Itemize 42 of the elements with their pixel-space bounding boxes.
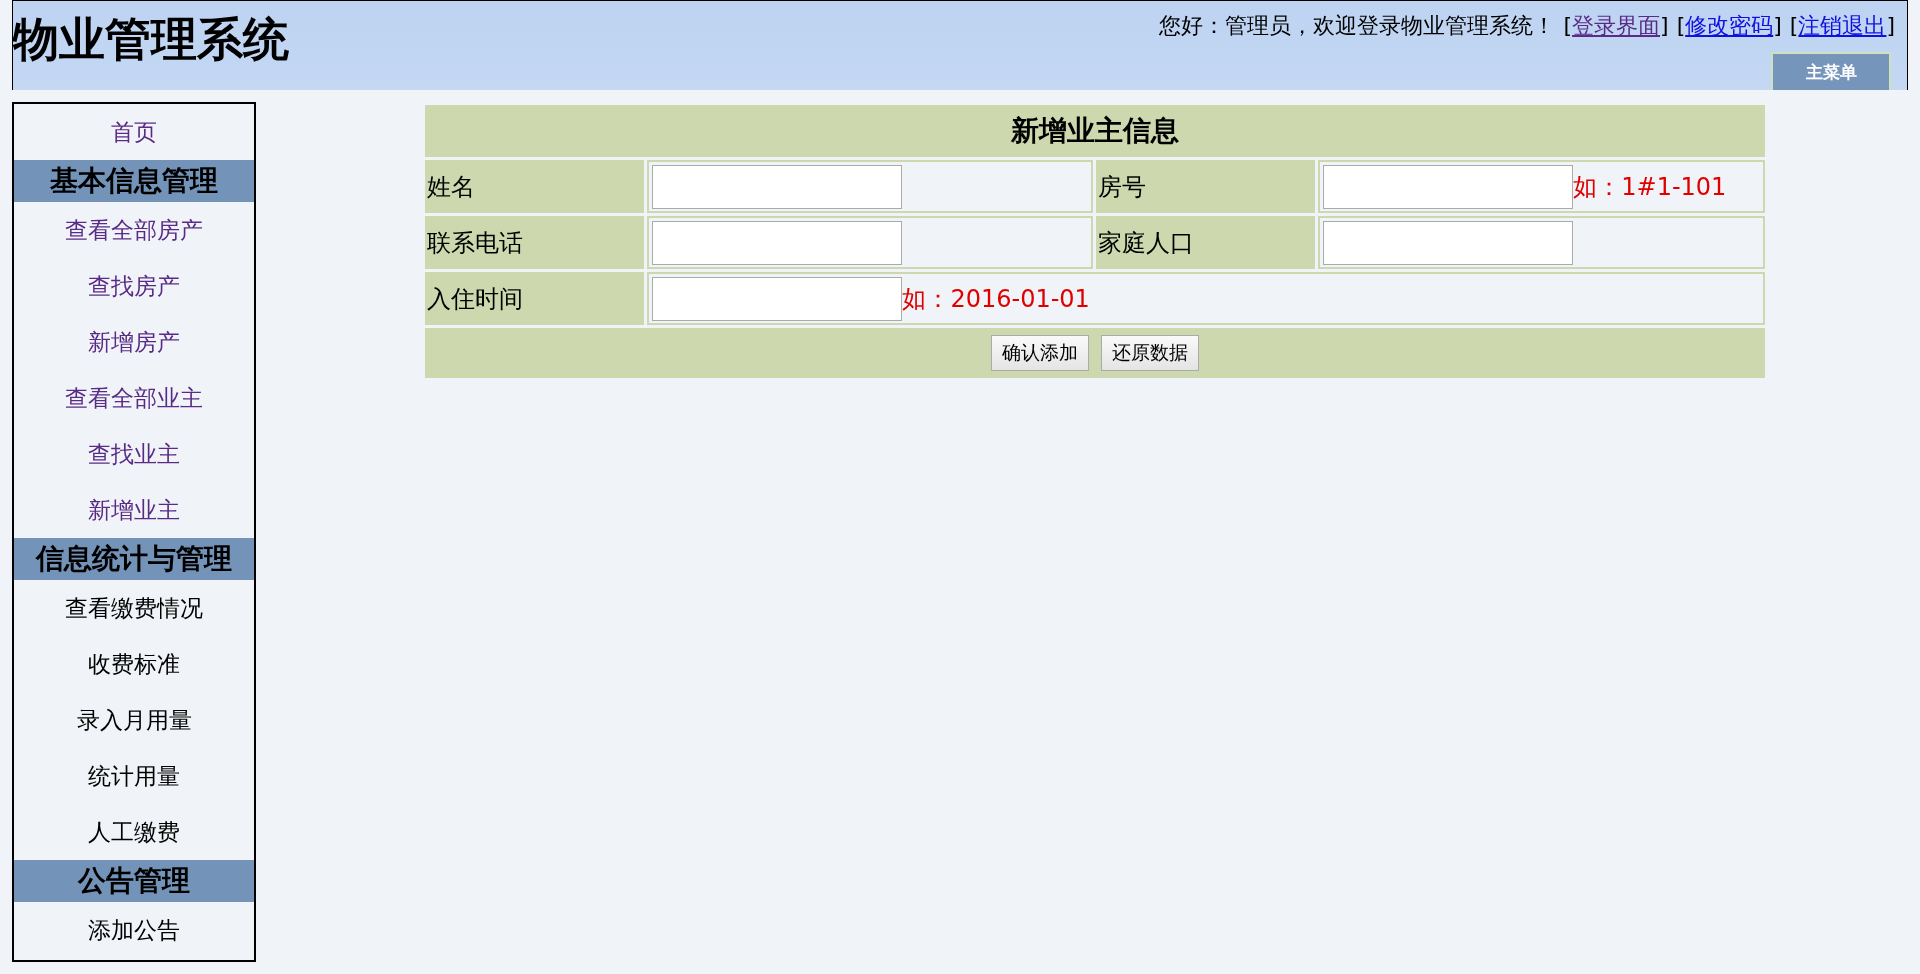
input-field[interactable] xyxy=(652,164,903,209)
menu-link[interactable]: 查看全部业主 xyxy=(14,370,254,426)
input-field[interactable] xyxy=(652,276,903,321)
menu-link[interactable]: 收费标准 xyxy=(14,636,254,692)
bracket: [ xyxy=(1563,13,1573,38)
menu-link[interactable]: 新增业主 xyxy=(14,482,254,538)
menu-section-heading: 公告管理 xyxy=(14,860,254,902)
field-label: 家庭人口 xyxy=(1095,216,1316,269)
menu-link[interactable]: 查看全部房产 xyxy=(14,202,254,258)
format-hint: 如：2016-01-01 xyxy=(902,283,1090,315)
form-button[interactable]: 还原数据 xyxy=(1101,335,1199,371)
input-field[interactable] xyxy=(1323,164,1574,209)
menu-link[interactable]: 查找房产 xyxy=(14,258,254,314)
menu-link[interactable]: 查看缴费情况 xyxy=(14,580,254,636)
menu-link[interactable]: 统计用量 xyxy=(14,748,254,804)
field-label: 联系电话 xyxy=(425,216,645,269)
input-field[interactable] xyxy=(1323,220,1574,265)
menu-link[interactable]: 人工缴费 xyxy=(14,804,254,860)
bracket: [ xyxy=(1676,13,1686,38)
menu-link[interactable]: 录入月用量 xyxy=(14,692,254,748)
menu-section-heading: 基本信息管理 xyxy=(14,160,254,202)
form-button[interactable]: 确认添加 xyxy=(991,335,1089,371)
field-label: 房号 xyxy=(1095,160,1316,213)
form-title: 新增业主信息 xyxy=(425,105,1765,157)
greeting-text: 您好：管理员，欢迎登录物业管理系统！ xyxy=(1159,12,1556,40)
header-link[interactable]: 登录界面 xyxy=(1572,13,1661,38)
input-field[interactable] xyxy=(652,220,903,265)
menu-link[interactable]: 首页 xyxy=(14,104,254,160)
menu-section-heading: 信息统计与管理 xyxy=(14,538,254,580)
system-title: 物业管理系统 xyxy=(13,11,289,68)
menu-link[interactable]: 新增房产 xyxy=(14,314,254,370)
field-label: 姓名 xyxy=(425,160,645,213)
bracket: ] xyxy=(1660,13,1669,38)
header-link[interactable]: 修改密码 xyxy=(1685,13,1774,38)
bracket: [ xyxy=(1789,13,1799,38)
bracket: ] xyxy=(1886,13,1895,38)
format-hint: 如：1#1-101 xyxy=(1573,171,1727,203)
menu-link[interactable]: 查找业主 xyxy=(14,426,254,482)
field-label: 入住时间 xyxy=(425,272,645,325)
header-link[interactable]: 注销退出 xyxy=(1798,13,1887,38)
bracket: ] xyxy=(1773,13,1782,38)
menu-link[interactable]: 添加公告 xyxy=(14,902,254,958)
